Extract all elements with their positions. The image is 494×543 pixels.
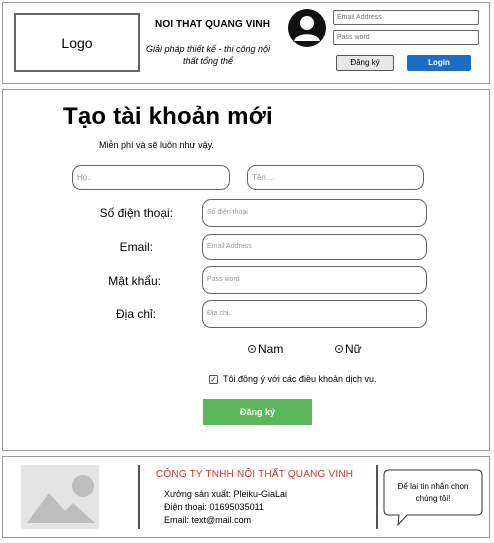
last-name-input[interactable]: Họ.. bbox=[72, 165, 230, 190]
site-footer: CÔNG TY TNHH NỘI THẤT QUANG VINH Xưởng s… bbox=[2, 456, 490, 538]
terms-label: Tôi đồng ý với các điều khoản dịch vụ. bbox=[223, 374, 377, 384]
radio-icon bbox=[248, 345, 256, 353]
phone-label: Số điện thoại: bbox=[99, 206, 173, 220]
terms-checkbox[interactable]: ✓ bbox=[209, 374, 218, 384]
footer-email: Email: text@mail.com bbox=[164, 515, 252, 525]
password-label: Mật khẩu: bbox=[108, 274, 161, 288]
brand-name: NOI THAT QUANG VINH bbox=[155, 19, 271, 30]
header-email-input[interactable] bbox=[333, 10, 479, 25]
logo-placeholder[interactable]: Logo bbox=[14, 13, 140, 72]
phone-input[interactable]: Số điện thoại bbox=[202, 199, 427, 227]
header-register-button[interactable]: Đăng ký bbox=[336, 55, 394, 71]
gender-female-label: Nữ bbox=[345, 342, 362, 356]
footer-divider bbox=[138, 465, 140, 529]
logo-label: Logo bbox=[61, 34, 93, 51]
footer-phone: Điện thoại: 01695035011 bbox=[164, 502, 264, 512]
address-input[interactable]: Địa chỉ.. bbox=[202, 300, 427, 328]
radio-icon bbox=[335, 345, 343, 353]
header-login-button[interactable]: Login bbox=[407, 55, 471, 71]
footer-address: Xưởng sản xuất: Pleiku-GiaLai bbox=[164, 489, 287, 499]
user-avatar-icon[interactable] bbox=[287, 8, 327, 48]
submit-register-button[interactable]: Đăng ký bbox=[203, 399, 312, 425]
image-placeholder-icon bbox=[21, 465, 99, 529]
footer-divider bbox=[376, 465, 378, 529]
company-name: CÔNG TY TNHH NỘI THẤT QUANG VINH bbox=[156, 469, 354, 480]
email-input[interactable]: Email Address bbox=[202, 234, 427, 260]
terms-agreement[interactable]: ✓ Tôi đồng ý với các điều khoản dịch vụ. bbox=[209, 374, 377, 384]
site-header: Logo NOI THAT QUANG VINH Giải pháp thiết… bbox=[2, 2, 490, 84]
header-password-input[interactable] bbox=[333, 30, 479, 45]
gender-radio-male[interactable]: Nam bbox=[248, 342, 283, 356]
message-bubble-text[interactable]: Để lại tin nhắn chon chúng tôi! bbox=[388, 481, 478, 505]
form-title: Tạo tài khoản mới bbox=[63, 103, 273, 130]
address-label: Địa chỉ: bbox=[115, 307, 156, 321]
email-label: Email: bbox=[119, 240, 153, 254]
gender-radio-female[interactable]: Nữ bbox=[335, 342, 362, 356]
form-subtitle: Miễn phí và sẽ luôn như vậy. bbox=[99, 140, 214, 150]
brand-tagline: Giải pháp thiết kế - thi công nội thất t… bbox=[145, 44, 271, 66]
registration-form: Tạo tài khoản mới Miễn phí và sẽ luôn nh… bbox=[2, 89, 490, 451]
password-input[interactable]: Pass word bbox=[202, 266, 427, 294]
gender-male-label: Nam bbox=[258, 342, 284, 356]
first-name-input[interactable]: Tên.... bbox=[247, 165, 424, 190]
